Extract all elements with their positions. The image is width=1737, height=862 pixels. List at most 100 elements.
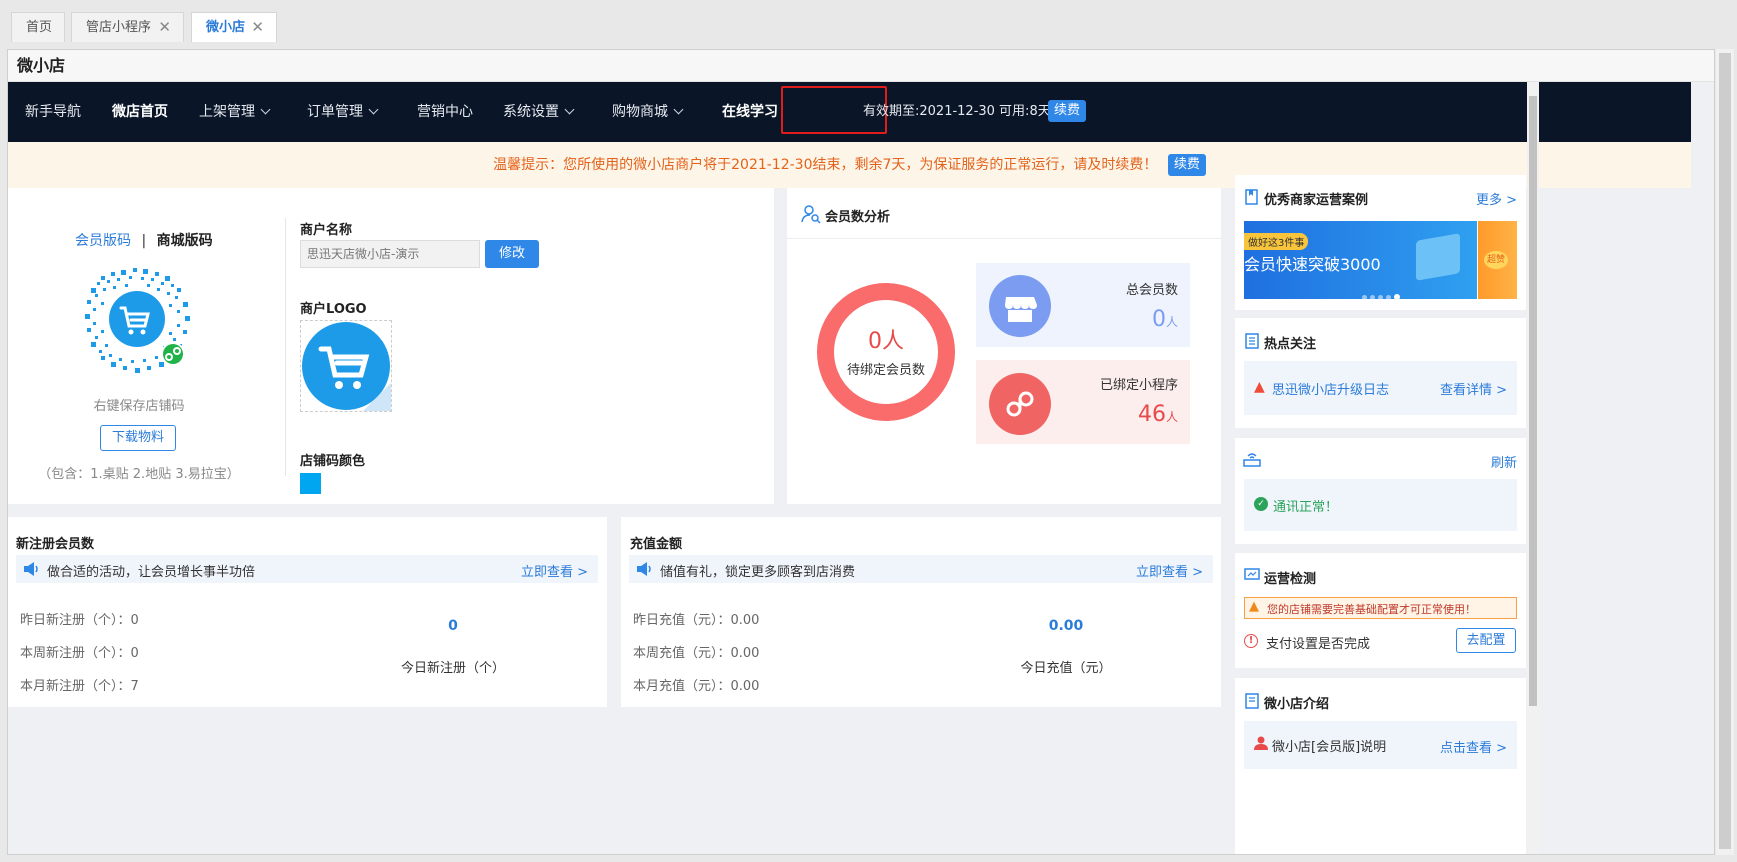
- chevron-down-icon: [673, 104, 684, 115]
- stat-row: 昨日充值（元）：0.00: [633, 613, 760, 628]
- member-analysis-title: 会员数分析: [825, 210, 891, 225]
- configure-button[interactable]: 去配置: [1456, 628, 1516, 653]
- recharge-view-link[interactable]: 立即查看 >: [1136, 561, 1203, 580]
- pending-members-label: 待绑定会员数: [846, 363, 925, 378]
- member-analysis-panel: 会员数分析 0人 待绑定会员数 总会员数 0人 已绑定小程序 46人: [787, 188, 1221, 504]
- user-icon: [1254, 736, 1268, 750]
- pending-members-value: 0人: [868, 329, 904, 354]
- top-nav: 新手导航 微店首页 上架管理 订单管理 营销中心 系统设置 购物商城 在线学习 …: [8, 82, 1691, 142]
- total-members-label: 总会员数: [1125, 283, 1178, 298]
- code-color-label: 店铺码颜色: [300, 454, 366, 469]
- stat-row: 本周新注册（个）：0: [20, 646, 139, 661]
- new-members-stats: 昨日新注册（个）：0 本周新注册（个）：0 本月新注册（个）：7: [20, 604, 139, 703]
- divider: [787, 238, 1221, 239]
- new-members-tip-bar: 做合适的活动，让会员增长事半功倍 立即查看 >: [16, 555, 598, 583]
- ops-warning-text: 您的店铺需要完善基础配置才可正常使用！: [1267, 603, 1476, 616]
- ops-item: 支付设置是否完成: [1266, 637, 1371, 652]
- vertical-scrollbar[interactable]: [1527, 82, 1539, 854]
- assistant-panel: 刷新 ✓ 通讯正常！: [1235, 438, 1526, 544]
- megaphone-icon: [22, 561, 40, 577]
- new-members-panel: 新注册会员数 做合适的活动，让会员增长事半功倍 立即查看 > 昨日新注册（个）：…: [8, 517, 607, 707]
- tab-store-miniapp[interactable]: 管店小程序 ✕: [71, 12, 184, 42]
- code-color-swatch[interactable]: [300, 473, 321, 494]
- modify-button[interactable]: 修改: [485, 240, 539, 268]
- intro-item-title[interactable]: 微小店[会员版]说明: [1272, 736, 1386, 755]
- new-members-view-link[interactable]: 立即查看 >: [521, 561, 588, 580]
- assistant-status-bar: ✓ 通讯正常！: [1244, 479, 1517, 531]
- download-materials-button[interactable]: 下载物料: [100, 425, 176, 451]
- materials-contents: （包含：1.桌贴 2.地贴 3.易拉宝）: [38, 467, 240, 482]
- outer-scrollbar-thumb[interactable]: [1719, 53, 1731, 849]
- outer-scrollbar[interactable]: [1716, 49, 1734, 855]
- nav-renew-button[interactable]: 续费: [1048, 100, 1086, 122]
- hot-item-row[interactable]: ▲ 思迅微小店升级日志 查看详情 >: [1244, 361, 1517, 415]
- new-members-tip: 做合适的活动，让会员增长事半功倍: [47, 565, 256, 580]
- recharge-tip-bar: 储值有礼，锁定更多顾客到店消费 立即查看 >: [629, 555, 1213, 583]
- hot-title: 热点关注: [1264, 337, 1317, 352]
- hot-item-title[interactable]: 思迅微小店升级日志: [1272, 379, 1389, 398]
- app-window: 微小店 新手导航 微店首页 上架管理 订单管理 营销中心 系统设置 购物商城 在…: [7, 49, 1715, 855]
- divider: [285, 218, 286, 476]
- book-icon: [1245, 693, 1259, 709]
- notice-renew-button[interactable]: 续费: [1167, 154, 1206, 176]
- bound-miniapp: 46人: [1138, 402, 1178, 427]
- window-title: 微小店: [8, 50, 1714, 82]
- nav-marketing[interactable]: 营销中心: [417, 82, 473, 142]
- merchant-name-input[interactable]: [300, 240, 480, 268]
- close-icon[interactable]: ✕: [251, 13, 264, 42]
- bookmark-icon: [1244, 189, 1260, 205]
- hot-panel: 热点关注 ▲ 思迅微小店升级日志 查看详情 >: [1235, 318, 1526, 428]
- close-icon[interactable]: ✕: [158, 13, 171, 42]
- nav-mall[interactable]: 购物商城: [612, 82, 684, 142]
- store-panel: 会员版码 | 商城版码 右键保存店铺码 下载物料 （包含：1.桌贴 2.地贴 3…: [8, 188, 774, 504]
- check-circle-icon: ✓: [1254, 497, 1268, 511]
- stat-row: 本月充值（元）：0.00: [633, 679, 760, 694]
- ops-title: 运营检测: [1264, 572, 1317, 587]
- chevron-down-icon: [260, 104, 271, 115]
- intro-item-row[interactable]: 微小店[会员版]说明 点击查看 >: [1244, 721, 1517, 769]
- ops-warning-bar: ▲ 您的店铺需要完善基础配置才可正常使用！: [1244, 597, 1517, 619]
- store-icon: [989, 275, 1051, 337]
- scrollbar-thumb[interactable]: [1529, 96, 1537, 706]
- tab-member-code[interactable]: 会员版码: [75, 233, 131, 249]
- chevron-down-icon: [368, 104, 379, 115]
- nav-label: 上架管理: [199, 104, 255, 120]
- intro-title: 微小店介绍: [1264, 697, 1330, 712]
- nav-settings[interactable]: 系统设置: [503, 82, 575, 142]
- recharge-panel: 充值金额 储值有礼，锁定更多顾客到店消费 立即查看 > 昨日充值（元）：0.00…: [621, 517, 1221, 707]
- intro-panel: 微小店介绍 微小店[会员版]说明 点击查看 >: [1235, 678, 1526, 854]
- bound-miniapp-value: 46: [1137, 402, 1166, 427]
- nav-orders[interactable]: 订单管理: [307, 82, 379, 142]
- bound-miniapp-label: 已绑定小程序: [1099, 378, 1178, 393]
- bound-miniapp-card: 已绑定小程序 46人: [976, 360, 1190, 444]
- merchant-name-label: 商户名称: [300, 223, 353, 238]
- logo-upload[interactable]: [300, 320, 392, 412]
- notice-text: 温馨提示：您所使用的微小店商户将于2021-12-30结束，剩余7天，为保证服务…: [493, 157, 1158, 173]
- assistant-status: 通讯正常！: [1273, 500, 1339, 515]
- hot-detail-link[interactable]: 查看详情 >: [1440, 379, 1507, 398]
- today-new-value: 0: [448, 618, 458, 634]
- today-recharge-label: 今日充值（元）: [1020, 661, 1112, 676]
- refresh-link[interactable]: 刷新: [1491, 452, 1517, 471]
- nav-online-learning[interactable]: 在线学习: [722, 82, 778, 142]
- logo-label: 商户LOGO: [300, 302, 367, 317]
- nav-store-home[interactable]: 微店首页: [112, 82, 168, 142]
- recharge-title: 充值金额: [630, 537, 683, 552]
- case-banner[interactable]: 做好这3件事 会员快速突破3000: [1244, 221, 1477, 299]
- case-banner-next[interactable]: 超赞: [1478, 221, 1517, 299]
- banner2-badge: 超赞: [1484, 251, 1508, 269]
- intro-view-link[interactable]: 点击查看 >: [1440, 737, 1507, 756]
- nav-listing[interactable]: 上架管理: [199, 82, 271, 142]
- cases-more-link[interactable]: 更多 >: [1476, 189, 1517, 208]
- today-recharge-value: 0.00: [1048, 618, 1084, 634]
- tab-label: 管店小程序: [86, 20, 152, 35]
- bound-miniapp-unit: 人: [1165, 410, 1178, 424]
- banner-text: 会员快速突破3000: [1244, 255, 1381, 274]
- megaphone-icon: [635, 561, 653, 577]
- tab-home[interactable]: 首页: [11, 12, 65, 42]
- tab-micro-store[interactable]: 微小店 ✕: [191, 12, 277, 42]
- recharge-stats: 昨日充值（元）：0.00 本周充值（元）：0.00 本月充值（元）：0.00: [633, 604, 759, 703]
- code-tabs: 会员版码 | 商城版码: [75, 230, 213, 250]
- nav-newbie-guide[interactable]: 新手导航: [25, 82, 81, 142]
- tab-mall-code[interactable]: 商城版码: [157, 233, 213, 249]
